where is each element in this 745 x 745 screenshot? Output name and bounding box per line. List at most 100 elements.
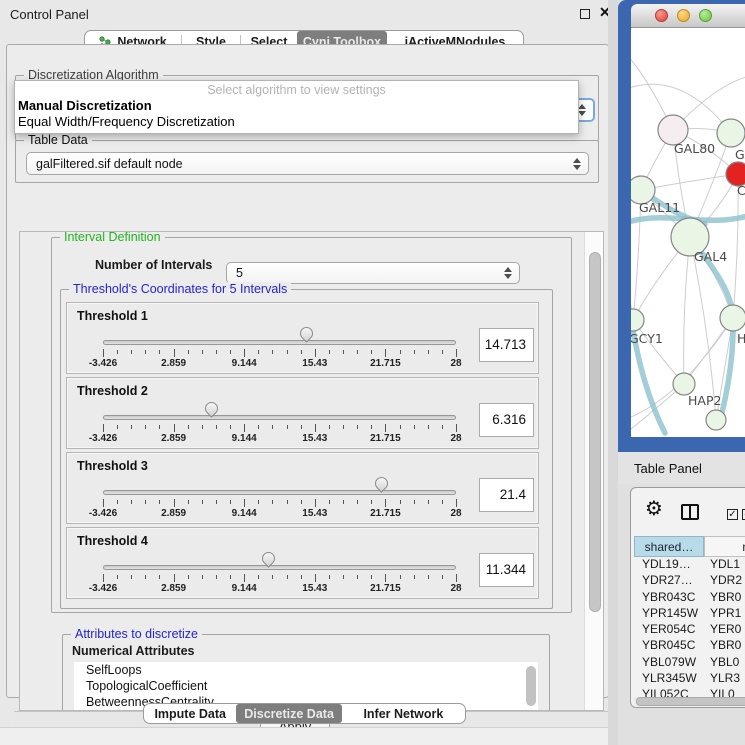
cell-name[interactable]: YBR0: [704, 638, 745, 654]
gear-icon[interactable]: ⚙: [645, 496, 663, 520]
panel-scrollbar[interactable]: [584, 232, 604, 710]
slider-tick: [272, 425, 273, 429]
slider-tick: [400, 350, 401, 354]
table-row[interactable]: YER054CYER0: [634, 622, 745, 638]
cell-name[interactable]: YER0: [704, 622, 745, 638]
algorithm-dropdown-popup: Select algorithm to view settings Manual…: [14, 80, 579, 134]
table-row[interactable]: YBR045CYBR0: [634, 638, 745, 654]
table-hscrollbar[interactable]: [634, 697, 745, 706]
slider-tick: [287, 575, 288, 579]
slider-tick: [315, 424, 316, 432]
cell-name[interactable]: YPR1: [704, 606, 745, 622]
attribute-list-item[interactable]: TopologicalCoefficient: [74, 678, 538, 694]
slider-tick: [301, 425, 302, 429]
cell-name[interactable]: YBR0: [704, 590, 745, 606]
attribute-list-item[interactable]: SelfLoops: [74, 662, 538, 678]
cell-name[interactable]: YDR2: [704, 573, 745, 589]
threshold-value-field[interactable]: 6.316: [479, 403, 534, 437]
slider-tick: [414, 500, 415, 504]
cell-name[interactable]: YDL1: [704, 557, 745, 573]
cell-shared-name[interactable]: YBR045C: [634, 638, 704, 654]
network-node[interactable]: [720, 305, 745, 331]
number-of-intervals-combo[interactable]: 5: [226, 262, 520, 284]
network-node[interactable]: [706, 410, 726, 430]
dropdown-option-manual[interactable]: Manual Discretization: [18, 98, 152, 113]
slider-tick-label: 21.715: [363, 358, 407, 369]
tab-discretize-data[interactable]: Discretize Data: [236, 704, 341, 723]
cell-shared-name[interactable]: YER054C: [634, 622, 704, 638]
slider-tick: [385, 574, 386, 582]
slider-tick: [456, 574, 457, 582]
network-edge[interactable]: [641, 174, 738, 190]
tab-label: Infer Network: [363, 707, 443, 721]
list-scrollbar[interactable]: [523, 662, 538, 710]
slider-tick: [329, 425, 330, 429]
slider-tick-label: 21.715: [363, 508, 407, 519]
slider-tick-label: 9.144: [222, 583, 266, 594]
cell-name[interactable]: YBL0: [704, 655, 745, 671]
column-header-name[interactable]: na: [704, 536, 745, 557]
table-data-combo[interactable]: galFiltered.sif default node: [26, 152, 589, 175]
panel-scrollbar-thumb[interactable]: [589, 252, 601, 612]
slider-tick-label: 28: [434, 583, 478, 594]
threshold-value-field[interactable]: 11.344: [479, 553, 534, 587]
table-hscrollbar-thumb[interactable]: [636, 697, 745, 706]
table-row[interactable]: YLR345WYLR3: [634, 671, 745, 687]
threshold-value-field[interactable]: 21.4: [479, 478, 534, 512]
table-row[interactable]: YPR145WYPR1: [634, 606, 745, 622]
network-node[interactable]: [717, 119, 745, 147]
slider-tick: [174, 349, 175, 357]
slider-tick: [315, 574, 316, 582]
float-window-icon[interactable]: [580, 9, 590, 19]
network-node[interactable]: [673, 373, 695, 395]
table-row[interactable]: YDR27…YDR2: [634, 573, 745, 589]
table-row[interactable]: YBR043CYBR0: [634, 590, 745, 606]
slider-track[interactable]: [103, 490, 456, 495]
slider-tick: [385, 424, 386, 432]
tab-infer-network[interactable]: Infer Network: [342, 704, 465, 723]
slider-tick: [287, 425, 288, 429]
checkbox-icon[interactable]: ✓: [727, 509, 738, 520]
cell-shared-name[interactable]: YDR27…: [634, 573, 704, 589]
tab-label: Discretize Data: [244, 707, 334, 721]
slider-tick: [188, 425, 189, 429]
network-edge[interactable]: [684, 237, 690, 384]
network-node[interactable]: [631, 309, 644, 331]
slider-tick: [244, 424, 245, 432]
slider-tick: [103, 349, 104, 357]
split-columns-icon[interactable]: [681, 504, 699, 520]
zoom-traffic-light[interactable]: [699, 9, 712, 22]
cell-shared-name[interactable]: YBL079W: [634, 655, 704, 671]
slider-tick-label: -3.426: [81, 433, 125, 444]
table-row[interactable]: YDL19…YDL1: [634, 557, 745, 573]
slider-tick: [414, 350, 415, 354]
minimize-traffic-light[interactable]: [677, 9, 690, 22]
panel-divider[interactable]: [608, 0, 618, 745]
dropdown-option-equal-width[interactable]: Equal Width/Frequency Discretization: [18, 114, 235, 129]
list-scrollbar-thumb[interactable]: [526, 666, 536, 706]
slider-track[interactable]: [103, 415, 456, 420]
slider-tick: [428, 350, 429, 354]
cell-shared-name[interactable]: YLR345W: [634, 671, 704, 687]
table-row[interactable]: YBL079WYBL0: [634, 655, 745, 671]
slider-tick: [301, 350, 302, 354]
slider-track[interactable]: [103, 565, 456, 570]
slider-tick-label: -3.426: [81, 583, 125, 594]
dropdown-hint: Select algorithm to view settings: [15, 83, 578, 97]
column-header-shared-name[interactable]: shared…: [634, 536, 704, 557]
tab-impute-data[interactable]: Impute Data: [144, 704, 236, 723]
stepper-icon: [572, 157, 581, 171]
cell-shared-name[interactable]: YBR043C: [634, 590, 704, 606]
slider-tick: [442, 350, 443, 354]
cell-name[interactable]: YLR3: [704, 671, 745, 687]
threshold-value-field[interactable]: 14.713: [479, 328, 534, 362]
close-traffic-light[interactable]: [655, 9, 668, 22]
slider-tick: [272, 350, 273, 354]
cell-shared-name[interactable]: YDL19…: [634, 557, 704, 573]
network-window-titlebar[interactable]: [631, 4, 745, 28]
network-edge-highlighted[interactable]: [631, 273, 665, 433]
cell-shared-name[interactable]: YPR145W: [634, 606, 704, 622]
slider-track[interactable]: [103, 340, 456, 345]
slider-tick: [216, 350, 217, 354]
network-canvas[interactable]: GAL80GACGAL11GAL4GCY1HHAP2: [631, 28, 745, 437]
